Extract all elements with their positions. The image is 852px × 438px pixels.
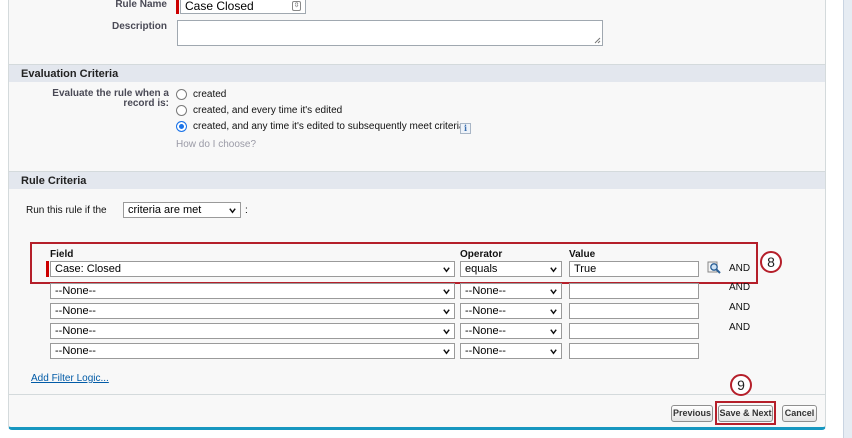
previous-button[interactable]: Previous [671,405,713,422]
chevron-down-icon [443,309,450,315]
criteria-operator-value: --None-- [465,345,506,357]
criteria-value-input[interactable] [569,283,699,299]
chevron-down-icon [550,309,557,315]
run-rule-select-value: criteria are met [128,204,202,216]
radio-label-created: created [193,89,227,100]
criteria-operator-select[interactable]: equals [460,261,562,277]
criteria-value-input[interactable] [569,343,699,359]
criteria-field-select[interactable]: --None-- [50,283,455,299]
description-label: Description [111,21,167,32]
column-header-field: Field [50,249,74,260]
radio-meet-criteria[interactable] [176,121,187,132]
criteria-operator-select[interactable]: --None-- [460,323,562,339]
criteria-operator-value: --None-- [465,285,506,297]
rule-name-value: Case Closed [185,0,254,13]
step-8-callout: 8 [760,251,782,273]
lookup-icon[interactable] [707,261,722,275]
criteria-value-input[interactable]: True [569,261,699,277]
add-filter-logic-link[interactable]: Add Filter Logic... [31,373,109,384]
criteria-field-select[interactable]: Case: Closed [50,261,455,277]
criteria-value-input[interactable] [569,323,699,339]
criteria-operator-value: equals [465,263,498,275]
window-scrollbar[interactable] [843,0,852,438]
chevron-down-icon [229,208,236,214]
rule-criteria-header: Rule Criteria [9,171,825,189]
criteria-operator-value: --None-- [465,325,506,337]
criteria-field-select[interactable]: --None-- [50,303,455,319]
criteria-field-select[interactable]: --None-- [50,343,455,359]
criteria-operator-select[interactable]: --None-- [460,303,562,319]
workflow-rule-panel: Rule Name Case Closed ⇳ Description Eval… [8,0,826,430]
how-do-i-choose-link[interactable]: How do I choose? [176,139,256,150]
radio-every-edit[interactable] [176,105,187,116]
info-icon[interactable]: i [460,123,471,134]
criteria-field-value: Case: Closed [55,263,122,275]
criteria-value-text: True [574,263,597,275]
resize-handle-icon[interactable] [594,37,601,44]
column-header-value: Value [569,249,596,260]
criteria-and-label: AND [729,322,751,333]
save-next-button[interactable]: Save & Next [718,405,773,422]
criteria-operator-select[interactable]: --None-- [460,283,562,299]
evaluate-prompt-label: Evaluate the rule when a record is: [52,88,169,109]
criteria-field-select[interactable]: --None-- [50,323,455,339]
criteria-and-label: AND [729,263,751,274]
criteria-value-input[interactable] [569,303,699,319]
criteria-field-value: --None-- [55,345,96,357]
description-textarea[interactable] [177,20,603,46]
run-rule-suffix: : [245,205,248,216]
chevron-down-icon [443,267,450,273]
rule-name-input[interactable]: Case Closed ⇳ [180,0,306,14]
radio-label-meet-criteria: created, and any time it's edited to sub… [193,121,465,132]
criteria-field-value: --None-- [55,285,96,297]
cancel-button[interactable]: Cancel [782,405,817,422]
radio-created[interactable] [176,89,187,100]
required-indicator [46,261,49,277]
criteria-and-label: AND [729,302,751,313]
evaluation-criteria-header: Evaluation Criteria [9,64,825,82]
criteria-operator-select[interactable]: --None-- [460,343,562,359]
chevron-down-icon [443,329,450,335]
column-header-operator: Operator [460,249,503,260]
chevron-down-icon [443,289,450,295]
chevron-down-icon [550,329,557,335]
run-rule-prefix: Run this rule if the [26,205,107,216]
criteria-field-value: --None-- [55,325,96,337]
criteria-and-label: AND [729,282,751,293]
criteria-operator-value: --None-- [465,305,506,317]
chevron-down-icon [550,289,557,295]
rule-name-label: Rule Name [115,0,167,10]
autofill-icon[interactable]: ⇳ [292,1,301,11]
criteria-field-value: --None-- [55,305,96,317]
radio-label-every-edit: created, and every time it's edited [193,105,343,116]
chevron-down-icon [443,349,450,355]
footer-divider [9,394,825,395]
run-rule-select[interactable]: criteria are met [123,202,241,218]
chevron-down-icon [550,349,557,355]
required-indicator [176,0,179,14]
step-9-callout: 9 [730,374,752,396]
chevron-down-icon [550,267,557,273]
